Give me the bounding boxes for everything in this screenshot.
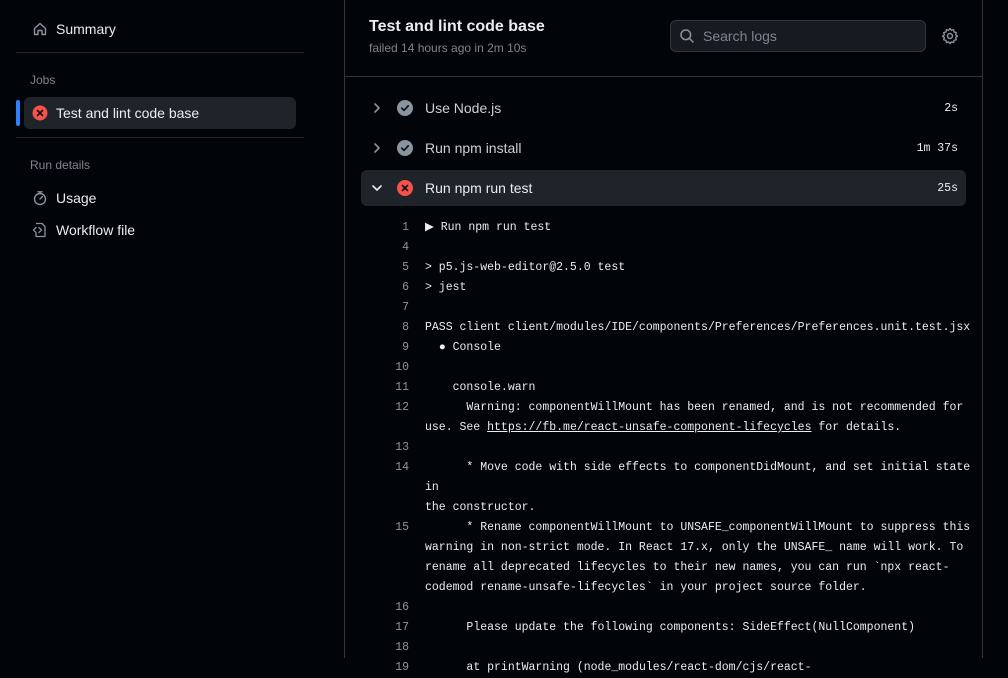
job-item-test-and-lint[interactable]: Test and lint code base: [24, 97, 296, 129]
header-divider: [345, 76, 982, 77]
chevron-down-icon: [369, 182, 385, 194]
workflow-file-label: Workflow file: [56, 222, 136, 238]
page-title: Test and lint code base: [369, 18, 545, 35]
log-line: 17 Please update the following component…: [361, 618, 973, 638]
log-line: 12 Warning: componentWillMount has been …: [361, 398, 973, 438]
log-line-text: * Rename componentWillMount to UNSAFE_co…: [425, 521, 971, 594]
step-name: Run npm run test: [425, 180, 533, 196]
success-icon: [397, 100, 413, 116]
log-line-text-after: for details.: [811, 421, 902, 434]
usage-link[interactable]: Usage: [24, 182, 296, 214]
log-line-number[interactable]: 15: [361, 518, 409, 598]
active-indicator: [16, 100, 20, 126]
log-line: 14 * Move code with side effects to comp…: [361, 458, 973, 518]
chevron-right-icon: [369, 142, 385, 154]
log-line-number[interactable]: 7: [361, 298, 409, 318]
step-name: Run npm install: [425, 140, 522, 156]
divider: [16, 52, 304, 53]
log-line-text: > jest: [425, 281, 467, 294]
log-line-number[interactable]: 17: [361, 618, 409, 638]
log-line-number[interactable]: 19: [361, 658, 409, 678]
log-line-text: Please update the following components: …: [425, 621, 915, 634]
log-line-number[interactable]: 10: [361, 358, 409, 378]
sidebar: Summary Jobs Test and lint code base Run…: [0, 0, 344, 658]
search-icon: [679, 28, 695, 44]
log-line-number[interactable]: 4: [361, 238, 409, 258]
log-line-number[interactable]: 9: [361, 338, 409, 358]
run-status-text: failed 14 hours ago in 2m 10s: [369, 41, 527, 55]
log-line-number[interactable]: 1: [361, 218, 409, 238]
log-line-number[interactable]: 14: [361, 458, 409, 518]
chevron-right-icon: [369, 102, 385, 114]
log-line: 19 at printWarning (node_modules/react-d…: [361, 658, 973, 678]
log-line-number[interactable]: 11: [361, 378, 409, 398]
log-line-number[interactable]: 5: [361, 258, 409, 278]
step-duration: 25s: [937, 181, 958, 195]
log-line-text: ● Console: [425, 341, 501, 354]
jobs-heading: Jobs: [30, 73, 56, 87]
log-line-text: Warning: componentWillMount has been ren…: [425, 401, 964, 434]
log-line: 4: [361, 238, 973, 258]
usage-label: Usage: [56, 190, 97, 206]
log-line: 16: [361, 598, 973, 618]
divider: [16, 137, 304, 138]
log-line-text: PASS client client/modules/IDE/component…: [425, 321, 971, 334]
log-line-text: [425, 638, 973, 658]
home-icon: [32, 21, 48, 37]
step-run-npm-run-test[interactable]: Run npm run test 25s: [361, 170, 966, 206]
log-line-text: at printWarning (node_modules/react-dom/…: [425, 661, 812, 674]
log-line-number[interactable]: 18: [361, 638, 409, 658]
step-name: Use Node.js: [425, 100, 502, 116]
log-line: 18: [361, 638, 973, 658]
log-line: 6 > jest: [361, 278, 973, 298]
log-line-text: [425, 598, 973, 618]
log-line-text: * Move code with side effects to compone…: [425, 461, 971, 514]
step-duration: 2s: [944, 101, 958, 115]
summary-label: Summary: [56, 21, 116, 37]
step-use-nodejs[interactable]: Use Node.js 2s: [361, 90, 966, 126]
log-line-number[interactable]: 12: [361, 398, 409, 438]
log-line: 13: [361, 438, 973, 458]
file-code-icon: [32, 222, 48, 238]
log-line: 9 ● Console: [361, 338, 973, 358]
success-icon: [397, 140, 413, 156]
log-line: 11 console.warn: [361, 378, 973, 398]
log-line: 15 * Rename componentWillMount to UNSAFE…: [361, 518, 973, 598]
log-line-text: [425, 438, 973, 458]
log-line-text: [425, 298, 973, 318]
log-line-text: > p5.js-web-editor@2.5.0 test: [425, 261, 626, 274]
step-run-npm-install[interactable]: Run npm install 1m 37s: [361, 130, 966, 166]
failure-icon: [32, 105, 48, 121]
settings-button[interactable]: [940, 27, 960, 50]
run-details-heading: Run details: [30, 158, 91, 172]
log-line: 10: [361, 358, 973, 378]
step-duration: 1m 37s: [916, 141, 958, 155]
log-line-text: console.warn: [425, 381, 536, 394]
stopwatch-icon: [32, 190, 48, 206]
summary-link[interactable]: Summary: [24, 13, 296, 45]
content-border: [982, 0, 983, 658]
log-line: 1 ▶ Run npm run test: [361, 218, 973, 238]
log-link[interactable]: https://fb.me/react-unsafe-component-lif…: [487, 421, 811, 434]
failure-icon: [397, 180, 413, 196]
log-line: 8 PASS client client/modules/IDE/componen…: [361, 318, 973, 338]
log-line-text: [425, 238, 973, 258]
log-line-text: [425, 358, 973, 378]
log-line: 5 > p5.js-web-editor@2.5.0 test: [361, 258, 973, 278]
gear-icon: [941, 27, 959, 50]
log-line-number[interactable]: 8: [361, 318, 409, 338]
job-label: Test and lint code base: [56, 105, 200, 121]
workflow-file-link[interactable]: Workflow file: [24, 214, 296, 246]
log-line-text: ▶ Run npm run test: [425, 221, 552, 234]
sidebar-border: [344, 0, 345, 658]
log-line-number[interactable]: 6: [361, 278, 409, 298]
log-line-number[interactable]: 16: [361, 598, 409, 618]
search-logs-box[interactable]: [670, 20, 926, 52]
search-logs-input[interactable]: [703, 28, 903, 44]
log-output: 1 ▶ Run npm run test 4 5 > p5.js-web-editor@…: [361, 218, 973, 678]
log-line: 7: [361, 298, 973, 318]
log-line-number[interactable]: 13: [361, 438, 409, 458]
